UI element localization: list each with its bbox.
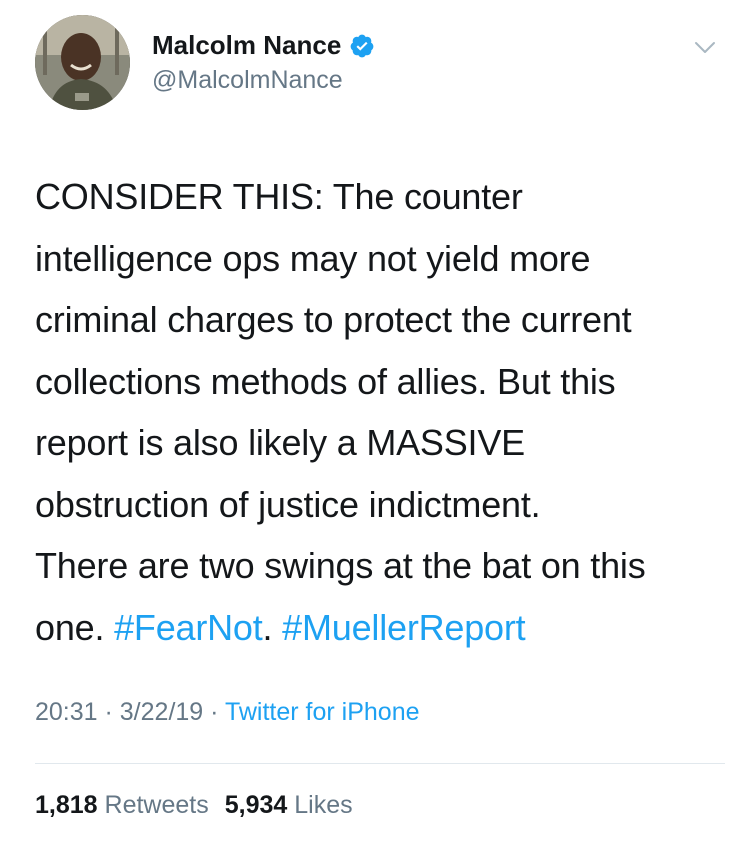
tweet-text-line: There are two swings at the bat on this — [35, 545, 646, 586]
tweet-text-line: obstruction of justice indictment. — [35, 483, 541, 525]
likes-count: 5,934 — [224, 791, 288, 819]
tweet-text-line: intelligence ops may not yield more — [35, 237, 591, 279]
tweet-text-line: criminal charges to protect the current — [35, 299, 632, 340]
author-name-row[interactable]: Malcolm Nance — [152, 30, 375, 61]
tweet-text-last-line: one. #FearNot. #MuellerReport — [35, 597, 725, 659]
tweet-source-link[interactable]: Twitter for iPhone — [225, 698, 420, 726]
tweet-text: CONSIDER THIS: The counter intelligence … — [35, 166, 725, 658]
tweet-text-line: CONSIDER THIS: The counter — [35, 176, 523, 217]
retweets-stat[interactable]: 1,818 Retweets — [35, 791, 209, 819]
avatar[interactable] — [35, 15, 130, 110]
tweet-date[interactable]: 3/22/19 — [120, 698, 203, 726]
hashtag-fearnot-link[interactable]: #FearNot — [114, 607, 263, 648]
divider — [35, 763, 725, 764]
tweet-time[interactable]: 20:31 — [35, 698, 98, 726]
retweets-count: 1,818 — [35, 791, 98, 819]
tweet-card: Malcolm Nance @MalcolmNance CONSIDER THI… — [0, 0, 747, 845]
tweet-text-line: report is also likely a MASSIVE — [35, 422, 525, 463]
meta-separator: · — [97, 698, 120, 726]
author-display-name[interactable]: Malcolm Nance — [152, 30, 341, 61]
hashtag-muellerreport-link[interactable]: #MuellerReport — [282, 607, 526, 648]
meta-separator: · — [203, 698, 225, 726]
tweet-stats: 1,818 Retweets 5,934 Likes — [35, 791, 353, 820]
tweet-meta: 20:31 · 3/22/19 · Twitter for iPhone — [35, 698, 420, 727]
verified-badge-icon — [349, 33, 375, 59]
chevron-down-icon[interactable] — [690, 32, 720, 62]
hashtag-separator: . — [262, 606, 283, 648]
tweet-text-prefix: one. — [35, 606, 115, 648]
likes-label: Likes — [294, 791, 353, 819]
likes-stat[interactable]: 5,934 Likes — [225, 791, 353, 819]
author-handle[interactable]: @MalcolmNance — [152, 66, 343, 95]
tweet-text-line: collections methods of allies. But this — [35, 360, 616, 402]
retweets-label: Retweets — [104, 791, 209, 819]
